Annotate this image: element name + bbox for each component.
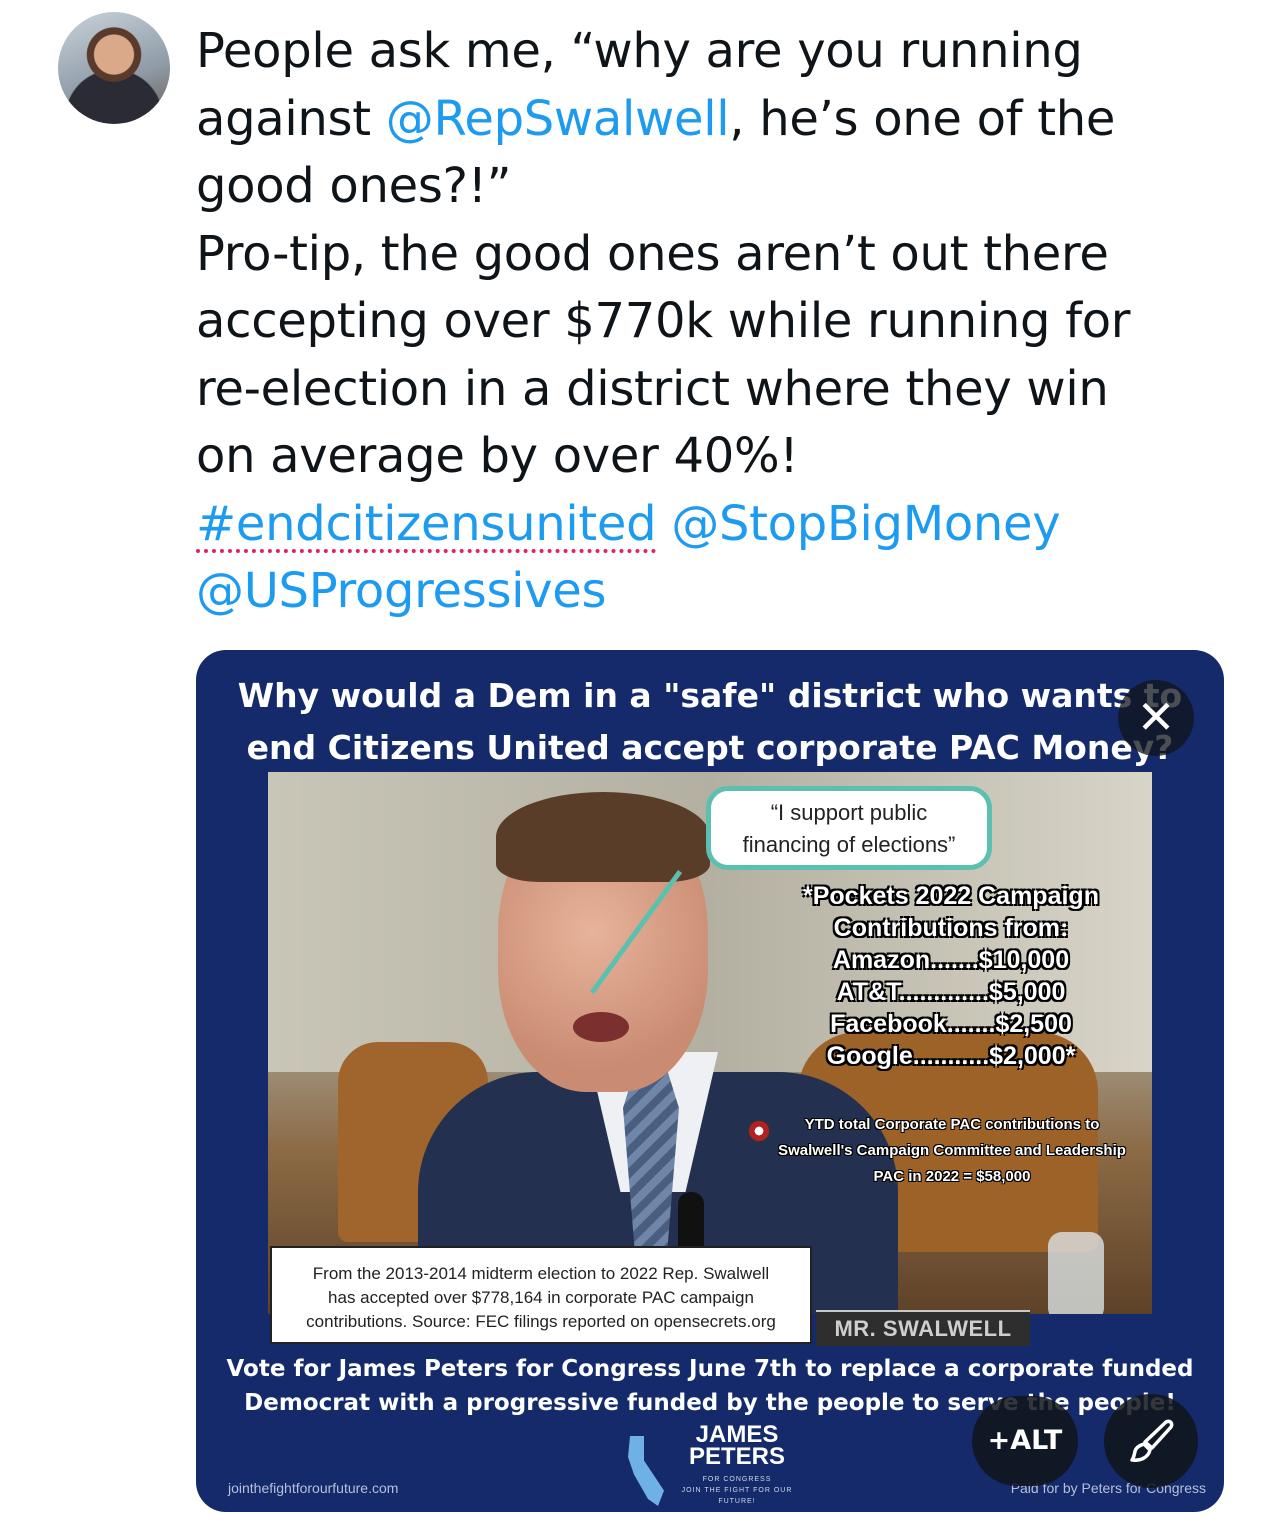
tweet-line: good ones?!” — [196, 158, 512, 214]
speech-bubble: “I support public financing of elections… — [706, 786, 992, 870]
tweet-text: People ask me, “why are you running agai… — [196, 18, 1206, 626]
contributions-line: *Pockets 2022 Campaign — [803, 882, 1099, 910]
source-line: has accepted over $778,164 in corporate … — [328, 1288, 754, 1307]
contributions-line: Google...........$2,000* — [826, 1042, 1076, 1070]
logo-name-line: PETERS — [688, 1443, 786, 1470]
california-icon — [628, 1436, 664, 1506]
tweet-line: Pro-tip, the good ones aren’t out there — [196, 225, 1109, 282]
contributions-line: Amazon.......$10,000 — [832, 946, 1070, 974]
tweet-line: #endcitizensunited @StopBigMoney — [196, 491, 1206, 559]
source-note: From the 2013-2014 midterm election to 2… — [270, 1246, 812, 1344]
tweet-line: @USProgressives — [196, 558, 1206, 626]
attached-image[interactable]: Why would a Dem in a "safe" district who… — [196, 650, 1224, 1512]
mention-repswalwell-link[interactable]: @RepSwalwell — [386, 91, 730, 147]
paintbrush-icon — [1130, 1419, 1174, 1462]
avatar[interactable] — [58, 12, 170, 124]
nameplate: MR. SWALWELL — [816, 1310, 1030, 1346]
tweet-text-fragment: against — [196, 90, 386, 147]
contributions-line: AT&T.............$5,000 — [836, 978, 1066, 1006]
close-icon: ✕ — [1136, 690, 1176, 744]
website-footer: jointhefightforourfuture.com — [228, 1480, 399, 1496]
contributions-list: *Pockets 2022 Campaign Contributions fro… — [786, 880, 1116, 1072]
source-line: contributions. Source: FEC filings repor… — [306, 1312, 776, 1331]
image-headline-line: end Citizens United accept corporate PAC… — [246, 728, 1174, 767]
logo-subtitle-line: JOIN THE FIGHT FOR OUR FUTURE! — [681, 1487, 793, 1505]
campaign-logo: JAMES PETERS FOR CONGRESS JOIN THE FIGHT… — [616, 1423, 816, 1507]
logo-subtitle: FOR CONGRESS JOIN THE FIGHT FOR OUR FUTU… — [672, 1474, 802, 1507]
logo-name: JAMES PETERS — [672, 1423, 802, 1470]
tweet-line: People ask me, “why are you running — [196, 23, 1083, 79]
vote-message: Vote for James Peters for Congress June … — [196, 1352, 1224, 1420]
edit-image-button[interactable] — [1104, 1394, 1198, 1488]
photo-hair — [496, 792, 710, 882]
tweet-line: re-election in a district where they win — [196, 360, 1109, 417]
photo-mouth — [573, 1012, 629, 1042]
photo-water-bottle — [1048, 1232, 1104, 1314]
tweet-line: on average by over 40%! — [196, 428, 799, 484]
close-button[interactable]: ✕ — [1118, 680, 1194, 756]
image-headline-line: Why would a Dem in a "safe" district who… — [237, 676, 1183, 715]
tweet-text-fragment: , he’s one of the — [729, 90, 1116, 147]
source-line: From the 2013-2014 midterm election to 2… — [312, 1264, 770, 1283]
logo-subtitle-line: FOR CONGRESS — [702, 1476, 772, 1483]
contributions-line: Facebook.......$2,500 — [830, 1010, 1072, 1038]
ytd-line: YTD total Corporate PAC contributions to — [804, 1116, 1100, 1133]
image-headline: Why would a Dem in a "safe" district who… — [196, 670, 1224, 774]
vote-line: Vote for James Peters for Congress June … — [226, 1356, 1194, 1382]
add-alt-text-button[interactable]: +ALT — [972, 1396, 1078, 1486]
tweet-line: against @RepSwalwell, he’s one of the — [196, 86, 1206, 154]
speech-bubble-line: “I support public — [770, 800, 928, 825]
speech-bubble-line: financing of elections” — [742, 832, 956, 857]
mention-stopbigmoney-link[interactable]: @StopBigMoney — [671, 496, 1060, 552]
ytd-line: PAC in 2022 = $58,000 — [873, 1168, 1031, 1185]
ytd-line: Swalwell's Campaign Committee and Leader… — [778, 1142, 1126, 1159]
tweet-line: accepting over $770k while running for — [196, 293, 1131, 349]
contributions-line: Contributions from: — [833, 914, 1069, 942]
ytd-total-caption: YTD total Corporate PAC contributions to… — [752, 1112, 1152, 1190]
hashtag-endcitizensunited-link[interactable]: #endcitizensunited — [196, 496, 657, 552]
mention-usprogressives-link[interactable]: @USProgressives — [196, 563, 607, 619]
